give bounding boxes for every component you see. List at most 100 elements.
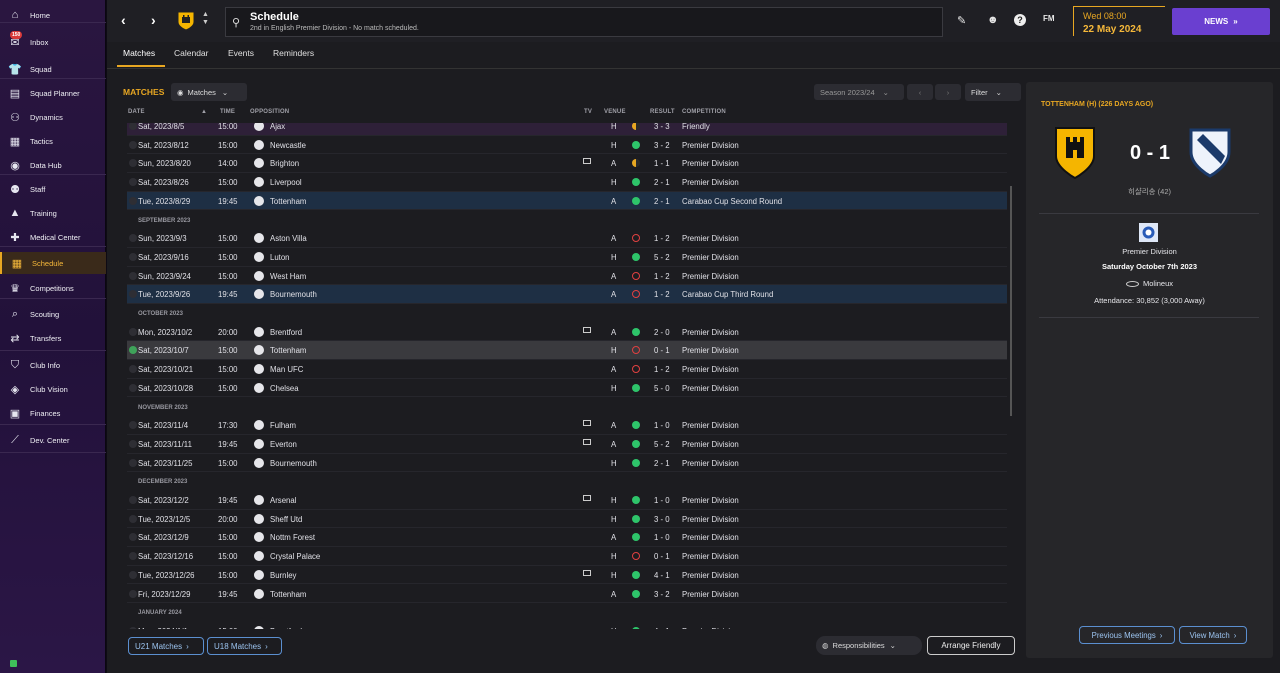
table-row[interactable]: Mon, 2024/1/1 15:00 Brentford H 4 - 1 Premier…: [127, 622, 1007, 629]
table-row[interactable]: Fri, 2023/12/29 19:45 Tottenham A 3 - 2 Premi…: [127, 585, 1007, 604]
opponent-name: Bournemouth: [270, 290, 317, 300]
sidebar-item-club-vision[interactable]: ◈ Club Vision: [0, 378, 106, 400]
table-row[interactable]: Sun, 2023/9/24 15:00 West Ham A 1 - 2 Premier…: [127, 267, 1007, 286]
opponent-crest-icon: [254, 438, 264, 449]
table-row[interactable]: Sat, 2023/8/26 15:00 Liverpool H 2 - 1 Premie…: [127, 173, 1007, 192]
view-dropdown[interactable]: ◉ Matches ⌄: [171, 83, 247, 101]
match-score: 2 - 0: [654, 327, 670, 337]
title-search-box[interactable]: ⚲ Schedule 2nd in English Premier Divisi…: [225, 7, 943, 37]
table-row[interactable]: Sat, 2023/11/11 19:45 Everton A 5 - 2 Premier…: [127, 435, 1007, 454]
sidebar-item-tactics[interactable]: ▦ Tactics: [0, 130, 106, 152]
sidebar-item-dynamics[interactable]: ⚇ Dynamics: [0, 106, 106, 128]
table-row[interactable]: Sat, 2023/11/4 17:30 Fulham A 1 - 0 Premier D…: [127, 416, 1007, 435]
table-row[interactable]: Sat, 2023/9/16 15:00 Luton H 5 - 2 Premier Di…: [127, 248, 1007, 267]
sidebar-item-medical-center[interactable]: ✚ Medical Center: [0, 226, 106, 248]
table-row[interactable]: Tue, 2023/8/29 19:45 Tottenham A 2 - 1 Caraba…: [127, 191, 1007, 211]
inbox-icon: ✉ 150: [10, 31, 23, 49]
table-row[interactable]: Sat, 2023/10/28 15:00 Chelsea H 5 - 0 Premier…: [127, 379, 1007, 398]
sidebar-item-training[interactable]: ▲ Training: [0, 202, 106, 224]
clipboard-icon: ▤: [9, 87, 21, 100]
detail-stadium: Molineux: [1026, 279, 1273, 288]
sidebar-item-scouting[interactable]: ⌕ Scouting: [0, 303, 106, 325]
tab-calendar[interactable]: Calendar: [174, 48, 209, 58]
col-venue[interactable]: VENUE: [604, 109, 626, 115]
sidebar-item-squad-planner[interactable]: ▤ Squad Planner: [0, 82, 106, 104]
table-row[interactable]: Sun, 2023/8/20 14:00 Brighton A 1 - 1 Premier…: [127, 154, 1007, 174]
sidebar-item-transfers[interactable]: ⇄ Transfers: [0, 327, 106, 349]
previous-meetings-button[interactable]: Previous Meetings ›: [1079, 626, 1175, 644]
tab-matches[interactable]: Matches: [123, 48, 155, 58]
finances-icon: ▣: [9, 407, 21, 420]
table-row[interactable]: Sat, 2023/12/2 19:45 Arsenal H 1 - 0 Premier …: [127, 491, 1007, 510]
tab-events[interactable]: Events: [228, 48, 254, 58]
match-detail-title: TOTTENHAM (H) (226 DAYS AGO): [1041, 101, 1154, 108]
table-row[interactable]: Sat, 2023/8/12 15:00 Newcastle H 3 - 2 Premie…: [127, 136, 1007, 155]
fm-menu-icon[interactable]: FM: [1043, 14, 1055, 23]
back-arrow-icon[interactable]: ‹: [121, 12, 126, 28]
table-row[interactable]: Mon, 2023/10/2 20:00 Brentford A 2 - 0 Premie…: [127, 323, 1007, 342]
sidebar-item-finances[interactable]: ▣ Finances: [0, 402, 106, 424]
view-match-button[interactable]: View Match ›: [1179, 626, 1247, 644]
club-crest-icon[interactable]: [177, 11, 195, 31]
table-row[interactable]: Tue, 2023/9/26 19:45 Bournemouth A 1 - 2 Cara…: [127, 285, 1007, 304]
match-status-icon: [129, 365, 137, 374]
scrollbar[interactable]: [1010, 186, 1012, 416]
sidebar-item-schedule[interactable]: ▦ Schedule: [0, 252, 106, 274]
table-row[interactable]: Sat, 2023/8/5 15:00 Ajax H 3 - 3 Friendly: [127, 123, 1007, 136]
match-date: Sat, 2023/11/4: [138, 421, 189, 431]
opponent-name: Luton: [270, 252, 290, 262]
col-competition[interactable]: COMPETITION: [682, 109, 726, 115]
month-label: JANUARY 2024: [138, 610, 182, 617]
table-row[interactable]: Tue, 2023/12/5 20:00 Sheff Utd H 3 - 0 Premie…: [127, 510, 1007, 529]
edit-icon[interactable]: ✎: [957, 14, 966, 27]
help-icon[interactable]: ?: [1014, 14, 1026, 26]
forward-arrow-icon[interactable]: ›: [151, 12, 156, 28]
assistant-icon[interactable]: ☻: [987, 14, 999, 26]
sidebar-item-squad[interactable]: 👕 Squad: [0, 58, 106, 80]
col-result[interactable]: RESULT: [650, 109, 675, 115]
game-day: 22 May 2024: [1083, 24, 1142, 35]
sidebar-item-label: Medical Center: [30, 232, 81, 242]
filter-button[interactable]: Filter ⌄: [965, 83, 1021, 101]
col-opposition[interactable]: OPPOSITION: [250, 109, 289, 115]
club-switch-chevron-icon[interactable]: ▲ ▼: [202, 11, 209, 27]
table-row[interactable]: Sun, 2023/9/3 15:00 Aston Villa A 1 - 2 Premi…: [127, 229, 1007, 248]
opponent-crest-icon: [254, 420, 264, 431]
tab-reminders[interactable]: Reminders: [273, 48, 314, 58]
sidebar-item-competitions[interactable]: ♛ Competitions: [0, 277, 106, 299]
matches-title: MATCHES: [123, 87, 165, 97]
table-row[interactable]: Sat, 2023/12/9 15:00 Nottm Forest A 1 - 0 Pre…: [127, 528, 1007, 548]
col-tv[interactable]: TV: [584, 109, 592, 115]
table-row[interactable]: Sat, 2023/10/7 15:00 Tottenham H 0 - 1 Premie…: [127, 341, 1007, 361]
next-season-button[interactable]: ›: [935, 84, 961, 100]
opponent-crest-icon: [254, 251, 264, 262]
game-date[interactable]: Wed 08:00 22 May 2024: [1073, 6, 1165, 36]
responsibilities-button[interactable]: ◍ Responsibilities ⌄: [816, 636, 922, 655]
u21-matches-button[interactable]: U21 Matches ›: [128, 637, 204, 655]
prev-season-button[interactable]: ‹: [907, 84, 933, 100]
news-button[interactable]: NEWS »: [1172, 8, 1270, 35]
season-select[interactable]: Season 2023/24 ⌄: [814, 84, 904, 100]
opponent-name: Ajax: [270, 123, 286, 131]
sidebar-item-dev-center[interactable]: ⟋ Dev. Center: [0, 429, 106, 451]
col-time[interactable]: TIME: [220, 109, 235, 115]
u18-matches-button[interactable]: U18 Matches ›: [207, 637, 282, 655]
match-time: 15:00: [218, 383, 238, 393]
col-date[interactable]: DATE: [128, 109, 145, 115]
match-venue: A: [611, 327, 617, 337]
table-row[interactable]: Sat, 2023/12/16 15:00 Crystal Palace H 0 - 1…: [127, 547, 1007, 566]
view-match-label: View Match: [1189, 630, 1230, 640]
opponent-name: Fulham: [270, 421, 296, 431]
match-competition: Premier Division: [682, 234, 739, 244]
transfers-icon: ⇄: [10, 332, 20, 345]
sidebar-item-club-info[interactable]: ⛉ Club Info: [0, 354, 106, 376]
table-row[interactable]: Sat, 2023/11/25 15:00 Bournemouth H 2 - 1 Pre…: [127, 454, 1007, 473]
sidebar-item-data-hub[interactable]: ◉ Data Hub: [0, 154, 106, 176]
table-row[interactable]: Sat, 2023/10/21 15:00 Man UFC A 1 - 2 Premier…: [127, 360, 1007, 379]
inbox-badge: 150: [10, 31, 23, 39]
sidebar-item-staff[interactable]: ⚉ Staff: [0, 178, 106, 200]
arrange-friendly-button[interactable]: Arrange Friendly: [927, 636, 1015, 655]
sidebar-item-inbox[interactable]: ✉ 150 Inbox: [0, 31, 106, 53]
result-indicator-icon: [632, 123, 640, 130]
table-row[interactable]: Tue, 2023/12/26 15:00 Burnley H 4 - 1 Premier…: [127, 566, 1007, 585]
